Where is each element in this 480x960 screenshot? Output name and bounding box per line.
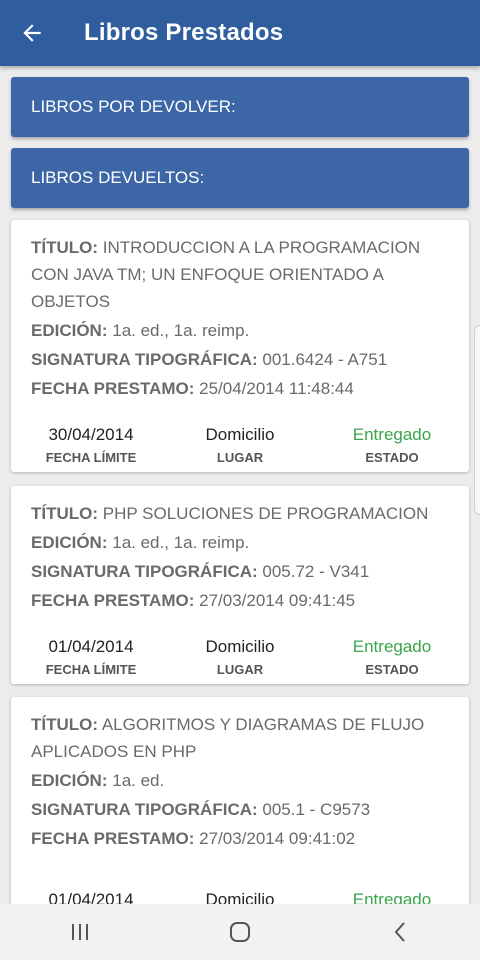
home-icon xyxy=(230,922,250,942)
due-date: 01/04/2014 FECHA LÍMITE xyxy=(45,637,137,677)
arrow-left-icon xyxy=(23,24,41,42)
due-date: 30/04/2014 FECHA LÍMITE xyxy=(45,425,137,465)
recent-apps-icon xyxy=(72,924,88,940)
book-signature: SIGNATURA TIPOGRÁFICA: 005.1 - C9573 xyxy=(31,800,371,819)
app-bar: Libros Prestados xyxy=(0,0,480,66)
book-signature: SIGNATURA TIPOGRÁFICA: 001.6424 - A751 xyxy=(31,350,388,369)
book-footer: 30/04/2014 FECHA LÍMITE Domicilio LUGAR … xyxy=(11,424,469,465)
status: Entregado ESTADO xyxy=(312,636,472,680)
home-button[interactable] xyxy=(200,904,280,960)
book-card[interactable]: TÍTULO: INTRODUCCION A LA PROGRAMACION C… xyxy=(11,220,469,472)
book-edition: EDICIÓN: 1a. ed. xyxy=(31,771,165,790)
back-icon xyxy=(394,922,405,942)
book-title: TÍTULO: PHP SOLUCIONES DE PROGRAMACION xyxy=(31,504,429,523)
status: Entregado ESTADO xyxy=(312,889,472,904)
page-title: Libros Prestados xyxy=(84,19,284,46)
book-loan-date: FECHA PRESTAMO: 27/03/2014 09:41:45 xyxy=(31,591,356,610)
book-loan-date: FECHA PRESTAMO: 25/04/2014 11:48:44 xyxy=(31,379,354,398)
book-card[interactable]: TÍTULO: ALGORITMOS Y DIAGRAMAS DE FLUJO … xyxy=(11,697,469,904)
book-signature: SIGNATURA TIPOGRÁFICA: 005.72 - V341 xyxy=(31,562,370,581)
section-label: LIBROS POR DEVOLVER: xyxy=(31,97,236,116)
book-title: TÍTULO: ALGORITMOS Y DIAGRAMAS DE FLUJO … xyxy=(31,715,425,761)
section-label: LIBROS DEVUELTOS: xyxy=(31,168,205,187)
book-footer: 01/04/2014 FECHA LÍMITE Domicilio LUGAR … xyxy=(11,889,469,904)
book-loan-date: FECHA PRESTAMO: 27/03/2014 09:41:02 xyxy=(31,829,356,848)
status: Entregado ESTADO xyxy=(312,424,472,468)
status-badge: Entregado xyxy=(352,890,432,904)
back-button[interactable] xyxy=(0,0,64,66)
status-badge: Entregado xyxy=(352,637,432,656)
status-badge: Entregado xyxy=(352,425,432,444)
nav-back-button[interactable] xyxy=(360,904,440,960)
place: Domicilio LUGAR xyxy=(205,890,275,904)
edge-panel-handle[interactable] xyxy=(474,325,480,515)
libros-por-devolver-button[interactable]: LIBROS POR DEVOLVER: xyxy=(11,77,469,137)
book-edition: EDICIÓN: 1a. ed., 1a. reimp. xyxy=(31,533,250,552)
content-area: LIBROS POR DEVOLVER: LIBROS DEVUELTOS: T… xyxy=(0,66,480,904)
due-date: 01/04/2014 FECHA LÍMITE xyxy=(48,890,134,904)
book-card[interactable]: TÍTULO: PHP SOLUCIONES DE PROGRAMACION E… xyxy=(11,486,469,684)
place: Domicilio LUGAR xyxy=(205,425,275,465)
book-title: TÍTULO: INTRODUCCION A LA PROGRAMACION C… xyxy=(31,238,421,311)
system-nav-bar xyxy=(0,904,480,960)
place: Domicilio LUGAR xyxy=(205,637,275,677)
libros-devueltos-button[interactable]: LIBROS DEVUELTOS: xyxy=(11,148,469,208)
recent-apps-button[interactable] xyxy=(40,904,120,960)
book-footer: 01/04/2014 FECHA LÍMITE Domicilio LUGAR … xyxy=(11,636,469,677)
book-edition: EDICIÓN: 1a. ed., 1a. reimp. xyxy=(31,321,250,340)
